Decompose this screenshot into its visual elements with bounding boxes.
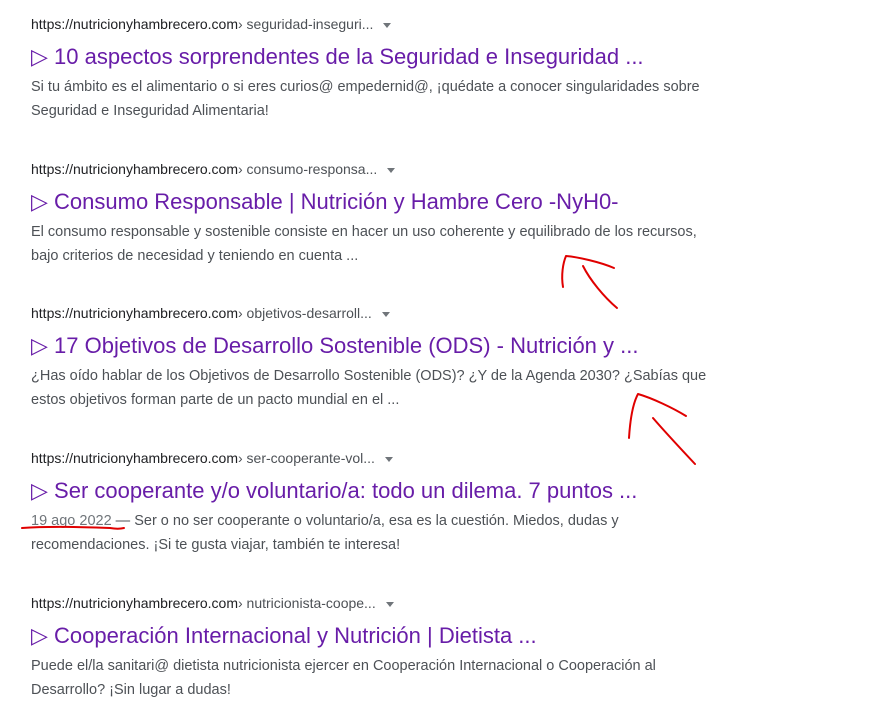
result-path: › consumo-responsa... bbox=[237, 161, 378, 177]
search-result: https://nutricionyhambrecero.com › consu… bbox=[31, 159, 711, 268]
result-title-link[interactable]: ▷ Cooperación Internacional y Nutrición … bbox=[31, 622, 711, 650]
result-path: › nutricionista-coope... bbox=[237, 595, 376, 611]
result-snippet: Puede el/la sanitari@ dietista nutricion… bbox=[31, 658, 656, 698]
result-path: › objetivos-desarroll... bbox=[237, 305, 372, 321]
search-result: https://nutricionyhambrecero.com › objet… bbox=[31, 303, 711, 412]
result-snippet: El consumo responsable y sostenible cons… bbox=[31, 224, 697, 264]
chevron-down-icon[interactable] bbox=[381, 311, 390, 317]
result-domain: https://nutricionyhambrecero.com bbox=[31, 16, 238, 32]
chevron-down-icon[interactable] bbox=[384, 456, 393, 462]
date-separator: — bbox=[111, 513, 135, 529]
chevron-down-icon[interactable] bbox=[383, 22, 392, 28]
result-url[interactable]: https://nutricionyhambrecero.com › segur… bbox=[31, 14, 711, 34]
result-path: › ser-cooperante-vol... bbox=[237, 450, 375, 466]
result-url[interactable]: https://nutricionyhambrecero.com › ser-c… bbox=[31, 448, 711, 468]
chevron-down-icon[interactable] bbox=[385, 601, 394, 607]
result-title-link[interactable]: ▷ Ser cooperante y/o voluntario/a: todo … bbox=[31, 477, 711, 505]
result-snippet: 19 ago 2022 — Ser o no ser cooperante o … bbox=[31, 509, 711, 557]
result-url[interactable]: https://nutricionyhambrecero.com › objet… bbox=[31, 303, 711, 323]
result-url[interactable]: https://nutricionyhambrecero.com › nutri… bbox=[31, 593, 711, 613]
result-title-link[interactable]: ▷ Consumo Responsable | Nutrición y Hamb… bbox=[31, 188, 711, 216]
search-result: https://nutricionyhambrecero.com › ser-c… bbox=[31, 448, 711, 557]
result-domain: https://nutricionyhambrecero.com bbox=[31, 595, 238, 611]
chevron-down-icon[interactable] bbox=[387, 167, 396, 173]
result-path: › seguridad-inseguri... bbox=[237, 16, 374, 32]
result-domain: https://nutricionyhambrecero.com bbox=[31, 450, 238, 466]
result-domain: https://nutricionyhambrecero.com bbox=[31, 305, 238, 321]
result-date: 19 ago 2022 bbox=[31, 513, 112, 529]
result-url[interactable]: https://nutricionyhambrecero.com › consu… bbox=[31, 159, 711, 179]
search-result: https://nutricionyhambrecero.com › nutri… bbox=[31, 593, 711, 702]
search-result: https://nutricionyhambrecero.com › segur… bbox=[31, 14, 711, 123]
result-title-link[interactable]: ▷ 17 Objetivos de Desarrollo Sostenible … bbox=[31, 332, 711, 360]
result-title-link[interactable]: ▷ 10 aspectos sorprendentes de la Seguri… bbox=[31, 43, 711, 71]
result-domain: https://nutricionyhambrecero.com bbox=[31, 161, 238, 177]
result-snippet: ¿Has oído hablar de los Objetivos de Des… bbox=[31, 368, 707, 408]
result-snippet: Si tu ámbito es el alimentario o si eres… bbox=[31, 79, 700, 119]
